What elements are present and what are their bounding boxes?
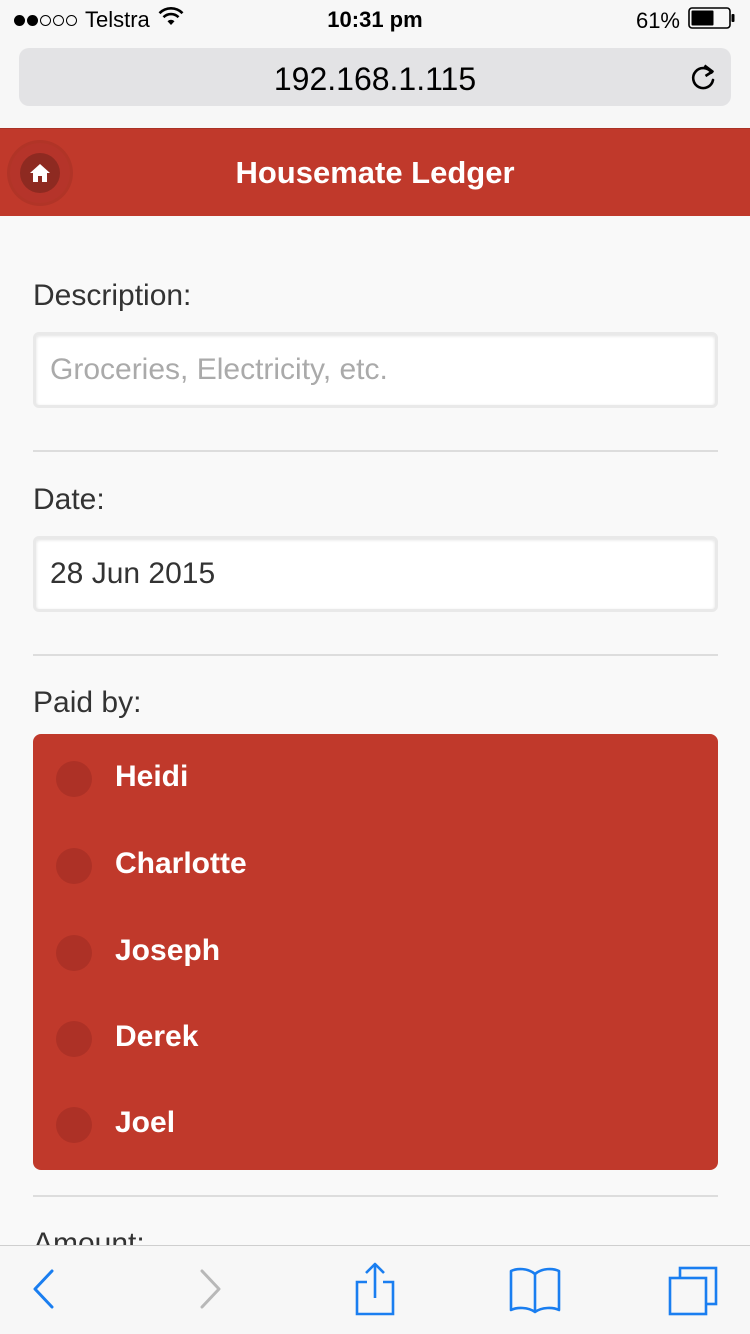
tabs-icon[interactable] [668,1266,720,1321]
radio-label: Derek [115,1020,199,1053]
date-label: Date: [33,483,105,516]
divider [33,450,718,452]
battery-percent: 61% [635,8,680,33]
radio-option-heidi[interactable]: Heidi [33,734,718,820]
divider [33,654,718,656]
radio-button[interactable] [56,1021,92,1057]
battery-icon [688,7,736,35]
app-header: Housemate Ledger [0,128,750,216]
description-label: Description: [33,279,192,312]
radio-option-joseph[interactable]: Joseph [33,908,718,994]
radio-button[interactable] [56,1107,92,1143]
radio-label: Joel [115,1106,176,1139]
radio-button[interactable] [56,761,92,797]
description-input[interactable] [33,332,718,408]
date-input[interactable] [33,536,718,612]
radio-label: Heidi [115,760,189,793]
page-title: Housemate Ledger [235,155,515,190]
radio-label: Charlotte [115,847,247,880]
radio-option-derek[interactable]: Derek [33,994,718,1080]
radio-button[interactable] [56,848,92,884]
reload-icon[interactable] [689,62,717,97]
forward-icon[interactable] [198,1266,224,1317]
radio-option-charlotte[interactable]: Charlotte [33,821,718,907]
status-right: 61% [636,7,736,35]
radio-option-joel[interactable]: Joel [33,1080,718,1166]
back-icon[interactable] [30,1266,56,1317]
url-text[interactable]: 192.168.1.115 [19,61,731,98]
bookmarks-icon[interactable] [508,1266,562,1319]
paid-by-label: Paid by: [33,686,142,719]
radio-button[interactable] [56,935,92,971]
address-bar[interactable]: 192.168.1.115 [19,48,731,106]
browser-toolbar: 192.168.1.115 [0,40,750,128]
divider [33,1195,718,1197]
browser-bottom-toolbar [0,1245,750,1334]
paid-by-radio-group: Heidi Charlotte Joseph Derek Joel [33,734,718,1170]
share-icon[interactable] [354,1262,396,1323]
radio-label: Joseph [115,934,221,967]
status-bar: Telstra 10:31 pm 61% [0,0,750,40]
